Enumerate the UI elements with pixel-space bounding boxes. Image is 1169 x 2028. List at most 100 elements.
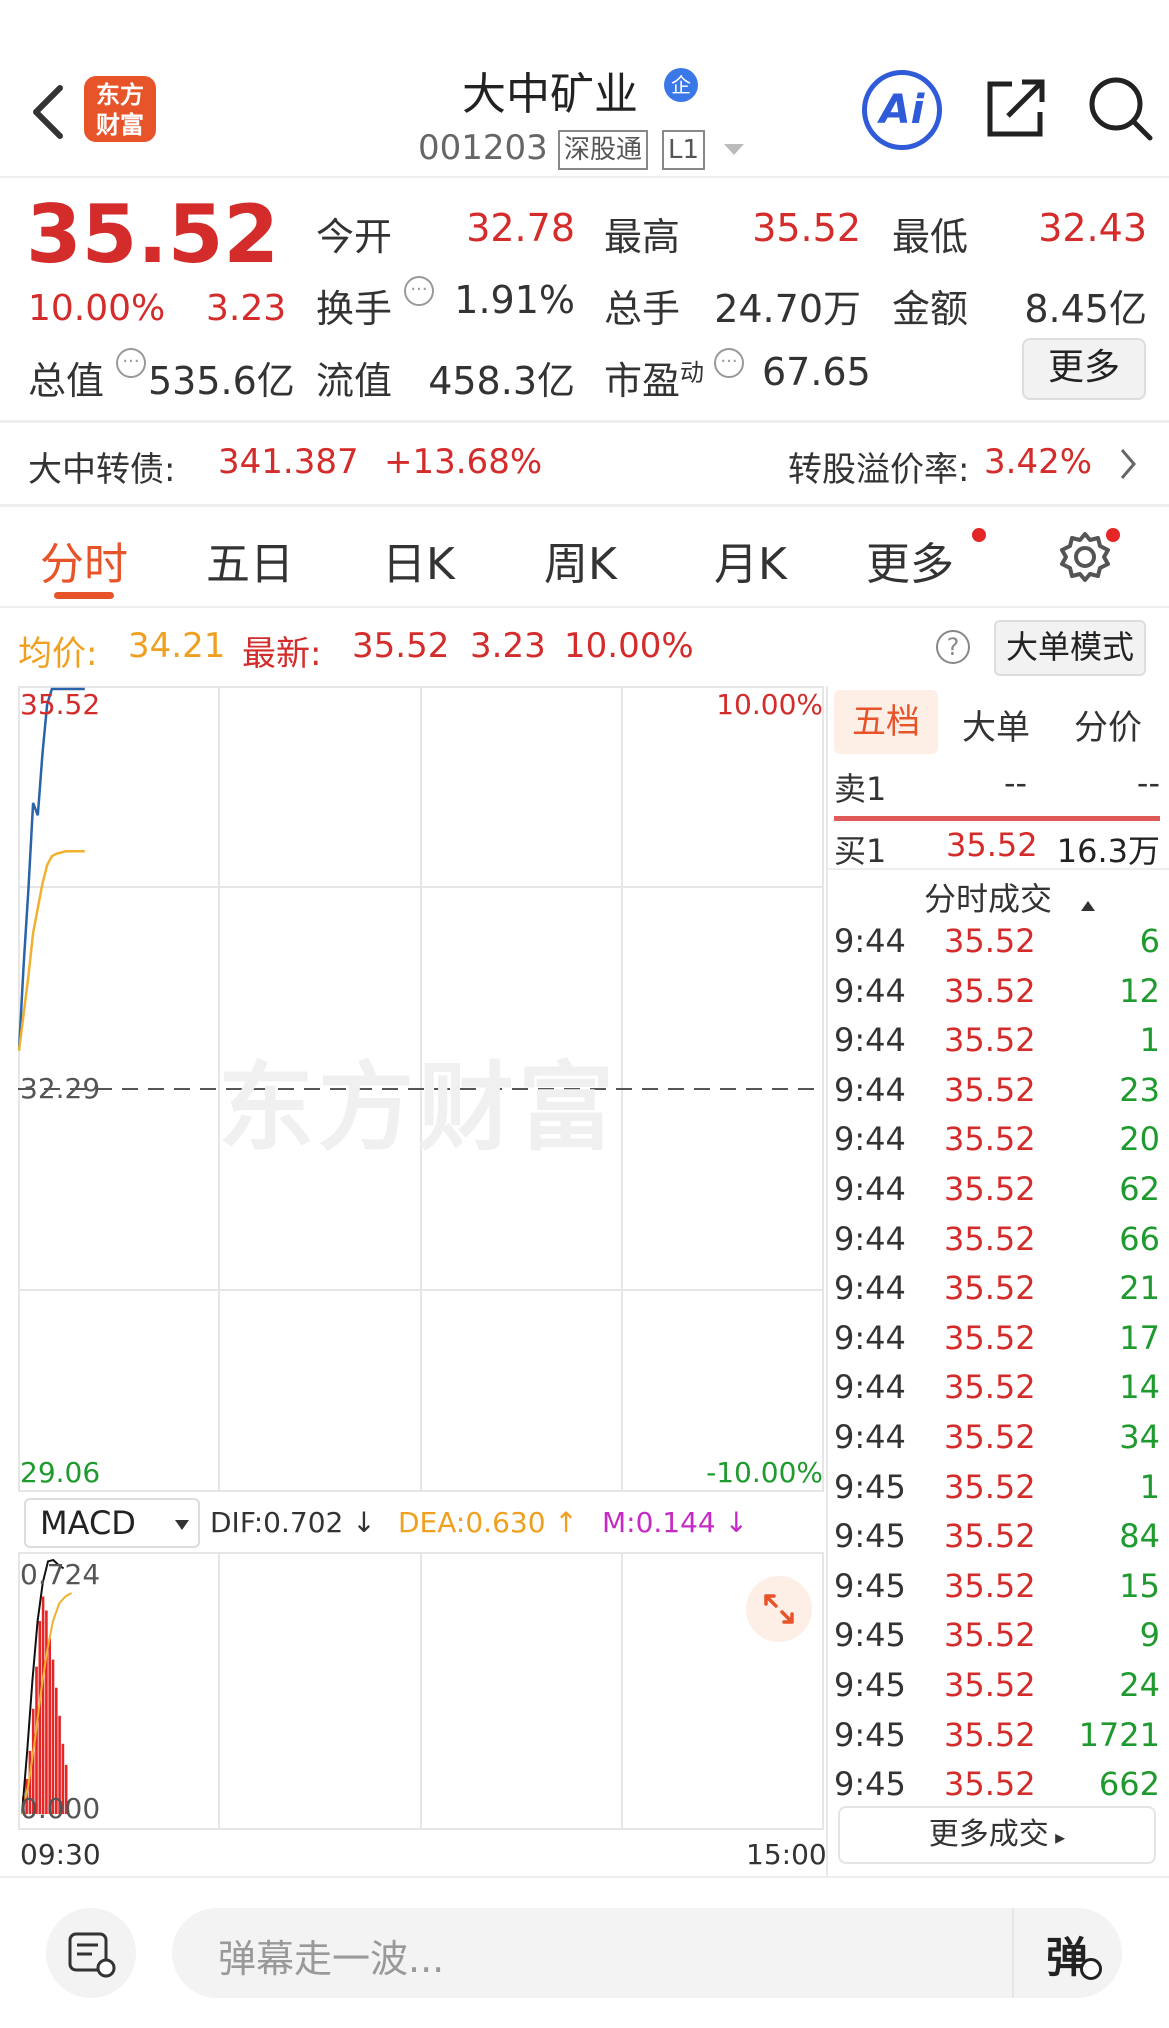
trade-row: 9:44 35.52 17 bbox=[834, 1319, 1160, 1367]
pe-value: 67.65 bbox=[762, 350, 871, 394]
turnover-label: 换手 bbox=[316, 287, 393, 331]
more-trades-label: 更多成交 bbox=[928, 1817, 1049, 1852]
brand-logo: 东方 财富 bbox=[84, 76, 156, 142]
macd-bar bbox=[48, 1638, 51, 1814]
trade-price: 35.52 bbox=[944, 1021, 1036, 1060]
expand-icon[interactable] bbox=[746, 1576, 812, 1642]
trade-price: 35.52 bbox=[944, 1368, 1036, 1407]
trades-header[interactable]: 分时成交 bbox=[924, 874, 1096, 920]
tab-price-split[interactable]: 分价 bbox=[1074, 700, 1142, 749]
trade-row: 9:45 35.52 15 bbox=[834, 1567, 1160, 1615]
trade-time: 9:44 bbox=[834, 1418, 906, 1456]
help-icon[interactable]: ? bbox=[936, 630, 970, 664]
open-value: 32.78 bbox=[466, 206, 575, 250]
buy1-label: 买1 bbox=[834, 832, 887, 870]
open-label: 今开 bbox=[316, 215, 393, 259]
trade-price: 35.52 bbox=[944, 1765, 1036, 1804]
enterprise-badge: 企 bbox=[664, 68, 698, 102]
volume-value: 24.70万 bbox=[714, 287, 861, 331]
more-trades-button[interactable]: 更多成交 ▸ bbox=[838, 1806, 1156, 1864]
trade-time: 9:44 bbox=[834, 971, 906, 1010]
more-button[interactable]: 更多 bbox=[1022, 338, 1146, 400]
bond-row[interactable]: 大中转债: 341.387 +13.68% 转股溢价率: 3.42% bbox=[0, 424, 1169, 504]
trade-volume: 34 bbox=[1119, 1418, 1160, 1456]
notification-dot bbox=[972, 528, 986, 542]
big-order-mode-button[interactable]: 大单模式 bbox=[994, 620, 1146, 676]
low-label: 最低 bbox=[892, 215, 969, 259]
change-percent: 10.00% bbox=[28, 288, 166, 329]
trade-volume: 21 bbox=[1119, 1269, 1160, 1308]
low-value: 32.43 bbox=[1038, 206, 1147, 250]
ai-button[interactable]: Ai bbox=[862, 70, 942, 150]
volume-label: 总手 bbox=[604, 287, 681, 331]
chevron-down-icon[interactable] bbox=[722, 142, 746, 162]
trade-price: 35.52 bbox=[944, 1616, 1036, 1655]
indicator-select[interactable]: MACD bbox=[24, 1498, 200, 1548]
caret-up-icon bbox=[1080, 882, 1096, 920]
float-cap-value: 458.3亿 bbox=[428, 359, 575, 403]
change-amount: 3.23 bbox=[206, 288, 287, 329]
sell1-label: 卖1 bbox=[834, 770, 887, 808]
share-icon[interactable] bbox=[984, 76, 1048, 146]
search-icon[interactable] bbox=[1086, 74, 1154, 148]
trade-row: 9:45 35.52 84 bbox=[834, 1517, 1160, 1565]
tab-active-indicator bbox=[54, 592, 114, 599]
amount-label: 金额 bbox=[892, 287, 969, 331]
trade-price: 35.52 bbox=[944, 1418, 1036, 1456]
chart-top-price: 35.52 bbox=[20, 688, 101, 721]
info-icon[interactable]: ··· bbox=[404, 276, 434, 306]
trade-volume: 6 bbox=[1139, 922, 1160, 960]
tab-five-level[interactable]: 五档 bbox=[834, 690, 938, 754]
back-icon[interactable] bbox=[26, 82, 70, 142]
chart-bottom-price: 29.06 bbox=[20, 1456, 101, 1489]
chart-watermark: 东方财富 bbox=[218, 1052, 618, 1164]
tab-five-day[interactable]: 五日 bbox=[206, 528, 294, 592]
price-line bbox=[17, 687, 85, 1051]
stock-name: 大中矿业 bbox=[462, 69, 638, 120]
tab-weekly-k[interactable]: 周K bbox=[544, 528, 617, 592]
amount-value: 8.45亿 bbox=[1024, 287, 1147, 331]
tab-more[interactable]: 更多 bbox=[866, 528, 954, 592]
trade-volume: 14 bbox=[1119, 1368, 1160, 1407]
trade-volume: 17 bbox=[1119, 1318, 1160, 1357]
trade-time: 9:44 bbox=[834, 1368, 906, 1407]
latest-change: 3.23 bbox=[470, 626, 546, 666]
trade-volume: 84 bbox=[1119, 1517, 1160, 1556]
trade-volume: 15 bbox=[1119, 1566, 1160, 1605]
macd-m: M:0.144 ↓ bbox=[602, 1506, 749, 1539]
trade-row: 9:45 35.52 1721 bbox=[834, 1716, 1160, 1764]
float-cap-label: 流值 bbox=[316, 359, 393, 403]
tab-big-order[interactable]: 大单 bbox=[962, 700, 1030, 749]
macd-chart[interactable] bbox=[18, 1552, 824, 1830]
danmaku-toggle-button[interactable]: 弹 bbox=[1012, 1908, 1124, 1998]
gear-icon[interactable] bbox=[1058, 530, 1112, 588]
trade-volume: 24 bbox=[1119, 1666, 1160, 1704]
high-label: 最高 bbox=[604, 215, 681, 259]
macd-bar bbox=[41, 1596, 45, 1814]
trade-row: 9:44 35.52 20 bbox=[834, 1120, 1160, 1168]
tab-daily-k[interactable]: 日K bbox=[382, 528, 455, 592]
tab-intraday[interactable]: 分时 bbox=[40, 528, 128, 592]
trade-price: 35.52 bbox=[944, 922, 1036, 960]
avg-value: 34.21 bbox=[128, 626, 226, 666]
premium-label: 转股溢价率: bbox=[788, 450, 970, 490]
trade-price: 35.52 bbox=[944, 1666, 1036, 1704]
time-end: 15:00 bbox=[746, 1838, 827, 1871]
buy1-row: 买1 35.52 16.3万 bbox=[834, 826, 1160, 874]
macd-bar bbox=[38, 1621, 42, 1814]
trade-row: 9:44 35.52 1 bbox=[834, 1021, 1160, 1069]
block-icon bbox=[1080, 1958, 1102, 1980]
info-icon[interactable]: ··· bbox=[714, 348, 744, 378]
trade-volume: 62 bbox=[1119, 1170, 1160, 1208]
danmaku-input[interactable]: 弹幕走一波... bbox=[172, 1908, 1122, 1998]
tab-monthly-k[interactable]: 月K bbox=[714, 528, 787, 592]
info-icon[interactable]: ··· bbox=[116, 348, 146, 378]
trade-price: 35.52 bbox=[944, 1070, 1036, 1109]
orderbook-panel bbox=[826, 686, 828, 1878]
danmaku-settings-button[interactable] bbox=[46, 1908, 136, 1998]
trades-title: 分时成交 bbox=[924, 880, 1053, 918]
macd-bar bbox=[45, 1610, 48, 1814]
latest-label: 最新: bbox=[242, 634, 322, 674]
trade-row: 9:45 35.52 1 bbox=[834, 1468, 1160, 1516]
trade-volume: 1721 bbox=[1078, 1715, 1160, 1754]
